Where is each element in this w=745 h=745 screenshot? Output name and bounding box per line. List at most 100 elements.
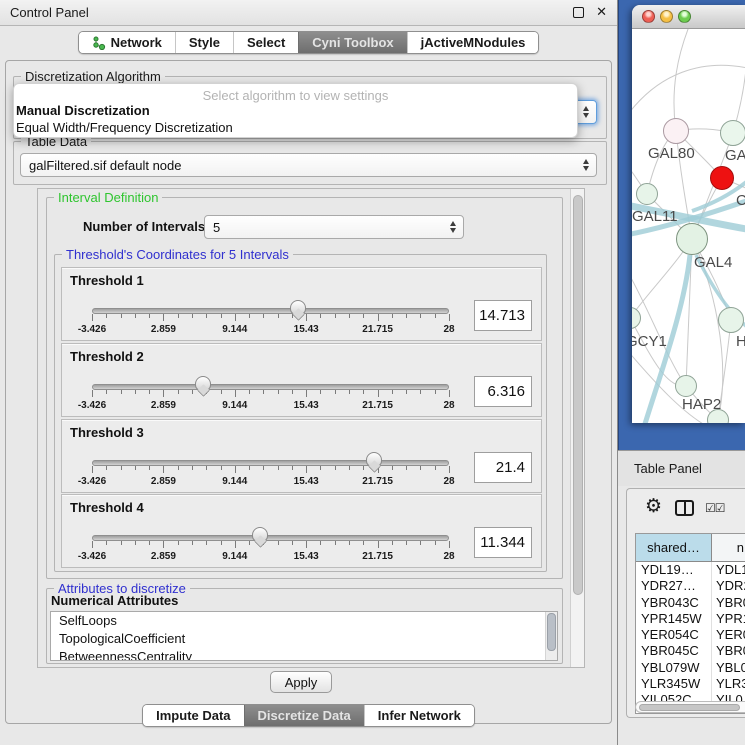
column-header-shared-name[interactable]: shared… [636,534,712,561]
minimize-button[interactable] [660,10,673,23]
tick-mark [249,541,250,545]
tick-mark [306,314,307,321]
tick-mark [306,466,307,473]
cell-shared-name: YDR27… [636,578,712,594]
table-row[interactable]: YBL079WYBL0 [636,660,745,676]
attribute-item[interactable]: TopologicalCoefficient [51,630,557,648]
tab-style[interactable]: Style [175,32,233,53]
screen: Control Panel ✕ NetworkStyleSelectCyni T… [0,0,745,745]
control-panel-titlebar: Control Panel ✕ [0,0,617,26]
network-view-window: GAL80GACGAL11GAL4GCY1HHAP2 [632,5,745,423]
threshold-value-field[interactable]: 14.713 [474,300,532,331]
gear-icon[interactable]: ⚙ [645,497,662,516]
close-icon[interactable]: ✕ [596,6,607,19]
tick-mark [235,390,236,397]
slider-thumb[interactable] [195,376,211,391]
attribute-item[interactable]: SelfLoops [51,612,557,630]
tick-mark [320,541,321,545]
scrollbar-thumb[interactable] [639,704,740,711]
table-data-select[interactable]: galFiltered.sif default node [20,153,597,177]
numerical-attributes-label: Numerical Attributes [51,593,178,608]
close-button[interactable] [642,10,655,23]
zoom-button[interactable] [678,10,691,23]
network-node-ga[interactable] [720,120,745,146]
axis-tick-label: 2.859 [151,551,176,562]
split-columns-icon[interactable] [675,500,694,516]
network-node-gal11[interactable] [636,183,658,205]
algorithm-prompt: Select algorithm to view settings [14,88,577,103]
float-window-icon[interactable] [573,7,584,18]
numerical-attributes-list[interactable]: SelfLoopsTopologicalCoefficientBetweenne… [50,611,558,661]
threshold-label: Threshold 4 [70,500,144,515]
axis-tick-label: -3.426 [78,324,106,335]
attribute-item[interactable]: BetweennessCentrality [51,648,557,661]
scrollbar-thumb[interactable] [547,613,556,651]
table-row[interactable]: YLR345WYLR3 [636,676,745,692]
table-row[interactable]: YDL19…YDL1 [636,562,745,578]
network-node-c[interactable] [710,166,734,190]
column-header-name[interactable]: n [712,534,745,561]
tick-mark [92,390,93,397]
network-node-h[interactable] [718,307,744,333]
threshold-value-field[interactable]: 11.344 [474,527,532,558]
tick-mark [363,541,364,545]
threshold-value-field[interactable]: 21.4 [474,452,532,483]
tick-mark [192,541,193,545]
tick-mark [435,390,436,394]
axis-tick-label: 28 [443,400,454,411]
select-columns-icon[interactable]: ☑☑ [705,501,725,515]
tab-select[interactable]: Select [233,32,298,53]
tick-mark [278,314,279,318]
table-row[interactable]: YPR145WYPR1 [636,611,745,627]
slider-track[interactable] [92,535,449,541]
slider-thumb[interactable] [252,527,268,542]
table-row[interactable]: YBR045CYBR0 [636,643,745,659]
axis-tick-label: 15.43 [294,400,319,411]
threshold-row-2: Threshold 2-3.4262.8599.14415.4321.71528… [61,343,542,417]
tick-mark [292,390,293,394]
table-row[interactable]: YER054CYER0 [636,627,745,643]
tick-mark [420,314,421,318]
algorithm-option-manual-discretization[interactable]: Manual Discretization [16,103,150,118]
table-row[interactable]: YBR043CYBR0 [636,595,745,611]
number-of-intervals-select[interactable]: 5 [204,215,464,239]
network-node-hap2[interactable] [675,375,697,397]
slider-thumb[interactable] [366,452,382,467]
tick-mark [221,466,222,470]
scrollbar-thumb[interactable] [573,195,583,595]
slider-track[interactable] [92,384,449,390]
slider-track[interactable] [92,460,449,466]
table-row[interactable]: YDR27…YDR2 [636,578,745,594]
slider-track[interactable] [92,308,449,314]
bottom-tab-strip: Impute DataDiscretize DataInfer Network [0,704,617,727]
cell-shared-name: YER054C [636,627,712,643]
network-node-gal4[interactable] [676,223,708,255]
tick-mark [135,541,136,545]
tab-network[interactable]: Network [79,32,175,53]
tab-discretize-data[interactable]: Discretize Data [244,705,364,726]
axis-tick-label: 9.144 [222,551,247,562]
tick-mark [121,466,122,470]
threshold-value-field[interactable]: 6.316 [474,376,532,407]
network-node-gal80[interactable] [663,118,689,144]
apply-button[interactable]: Apply [270,671,332,693]
network-canvas[interactable]: GAL80GACGAL11GAL4GCY1HHAP2 [632,29,745,423]
tick-mark [163,466,164,473]
tab-jactivemnodules[interactable]: jActiveMNodules [407,32,539,53]
algorithm-option-equal-width-frequency-discretization[interactable]: Equal Width/Frequency Discretization [16,120,233,135]
settings-scrollbar[interactable] [570,189,584,667]
tick-mark [420,541,421,545]
attribute-items: SelfLoopsTopologicalCoefficientBetweenne… [51,612,557,661]
tab-cyni-toolbox[interactable]: Cyni Toolbox [298,32,406,53]
tab-infer-network[interactable]: Infer Network [364,705,474,726]
attributes-scrollbar[interactable] [545,612,557,660]
table-horizontal-scrollbar[interactable] [635,701,745,713]
tick-mark [306,541,307,548]
tick-mark [135,390,136,394]
slider-thumb[interactable] [290,300,306,315]
tab-impute-data[interactable]: Impute Data [143,705,243,726]
axis-tick-label: 21.715 [362,324,393,335]
tick-mark [149,541,150,545]
tick-mark [406,314,407,318]
axis-tick-label: 2.859 [151,476,176,487]
